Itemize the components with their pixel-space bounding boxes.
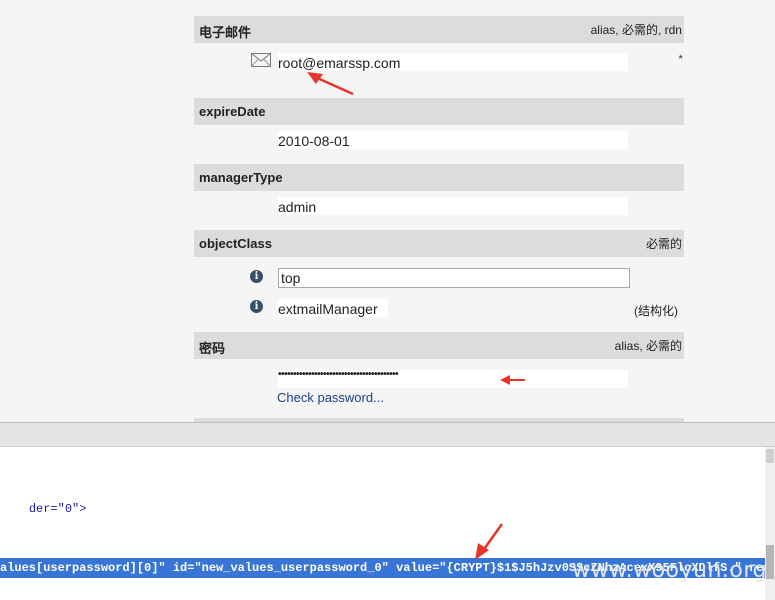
attr-header-email: 电子邮件 alias, 必需的, rdn	[194, 16, 684, 43]
attr-name-objectclass: objectClass	[199, 236, 272, 251]
attr-name-password: 密码	[199, 341, 226, 356]
attr-name-expiredate: expireDate	[199, 104, 266, 119]
devtools-toolbar	[0, 422, 775, 447]
expiredate-value[interactable]: 2010-08-01	[278, 133, 350, 149]
attr-header-expiredate: expireDate	[194, 98, 684, 125]
attr-name-managertype: managerType	[199, 170, 283, 185]
password-masked-value[interactable]: ••••••••••••••••••••••••••••••••••••••••	[278, 369, 399, 380]
attr-header-objectclass: objectClass 必需的	[194, 230, 684, 257]
check-password-link[interactable]: Check password...	[277, 390, 384, 405]
annotation-arrow-email	[307, 72, 354, 96]
code-attr-text: der="0">	[28, 502, 87, 516]
structural-note: (结构化)	[634, 304, 678, 318]
devtools-scrollbar[interactable]	[765, 447, 775, 600]
info-icon[interactable]: i	[250, 270, 263, 283]
attr-flags-email: alias, 必需的, rdn	[590, 23, 682, 37]
attr-header-password: 密码 alias, 必需的	[194, 332, 684, 359]
envelope-icon	[251, 53, 271, 70]
required-star: *	[678, 52, 683, 66]
annotation-arrow-hash	[475, 523, 504, 560]
attr-flags-objectclass: 必需的	[645, 237, 682, 251]
attr-header-managertype: managerType	[194, 164, 684, 191]
watermark-text: www.wooyun.org	[572, 558, 767, 583]
html-code-line: der="0">	[0, 488, 87, 530]
managertype-value-box[interactable]	[278, 197, 628, 215]
objectclass-value-extmailmanager: extmailManager	[278, 301, 378, 317]
email-value[interactable]: root@emarssp.com	[278, 55, 400, 71]
attr-name-email: 电子邮件	[199, 25, 252, 40]
annotation-arrow-password	[500, 375, 525, 385]
info-icon[interactable]: i	[250, 300, 263, 313]
objectclass-input-top[interactable]	[278, 268, 630, 288]
managertype-value[interactable]: admin	[278, 199, 316, 215]
attr-flags-password: alias, 必需的	[614, 339, 682, 353]
devtools-elements-pane: der="0"> alues[userpassword][0]" id="new…	[0, 447, 775, 600]
ldap-entry-page: 电子邮件 alias, 必需的, rdn root@emarssp.com * …	[0, 0, 775, 422]
scrollbar-thumb[interactable]	[766, 545, 774, 579]
scrollbar-thumb-top[interactable]	[766, 449, 774, 463]
